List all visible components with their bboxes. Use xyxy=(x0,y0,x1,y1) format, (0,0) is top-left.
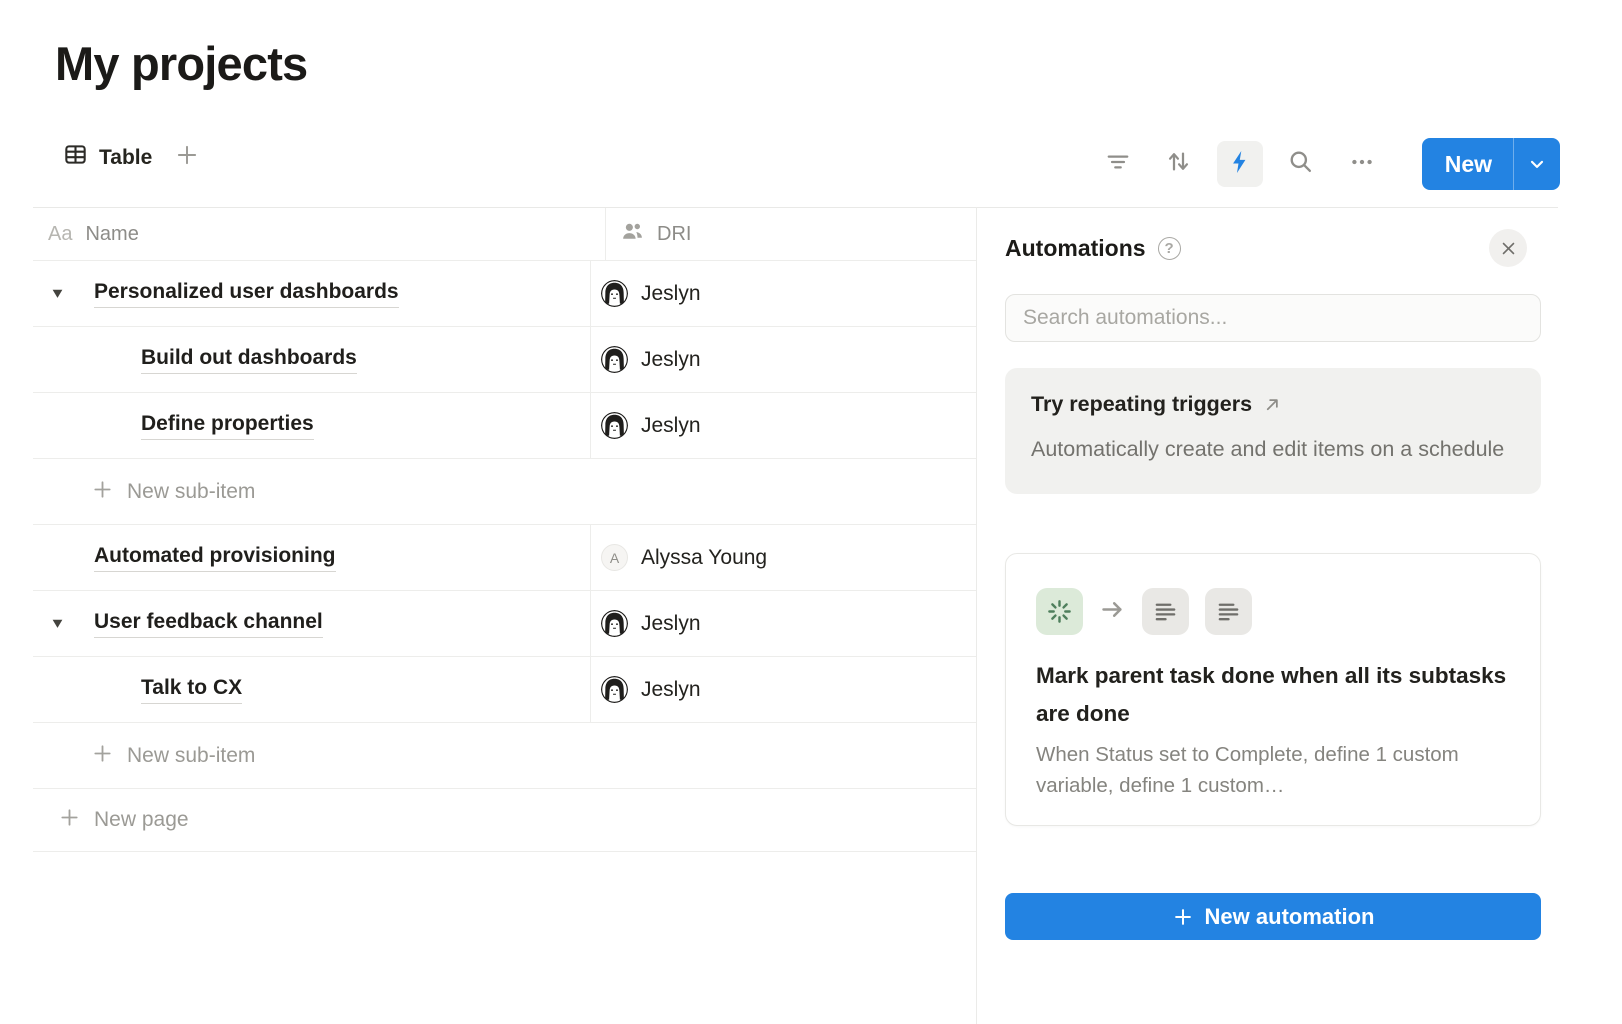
automation-card[interactable]: Mark parent task done when all its subta… xyxy=(1005,553,1541,826)
search-button[interactable] xyxy=(1278,141,1324,187)
filter-icon xyxy=(1105,149,1131,180)
plus-icon xyxy=(1172,906,1194,928)
column-name-label: Name xyxy=(85,223,138,246)
repeating-triggers-card[interactable]: Try repeating triggers Automatically cre… xyxy=(1005,368,1541,494)
automation-title: Mark parent task done when all its subta… xyxy=(1036,657,1510,733)
dri-cell[interactable]: Jeslyn xyxy=(590,657,976,722)
new-automation-label: New automation xyxy=(1205,904,1375,930)
new-sub-item-row[interactable]: New sub-item xyxy=(33,723,976,789)
new-page-label: New page xyxy=(94,808,189,832)
external-arrow-icon xyxy=(1263,395,1282,414)
promo-description: Automatically create and edit items on a… xyxy=(1031,430,1515,468)
dri-cell[interactable]: Jeslyn xyxy=(590,393,976,458)
avatar: A xyxy=(601,544,628,571)
dri-name: Jeslyn xyxy=(641,348,701,372)
projects-table: Aa Name DRI Personalized user dashboards xyxy=(33,208,976,852)
automations-button[interactable] xyxy=(1217,141,1263,187)
table-row: Automated provisioning A Alyssa Young xyxy=(33,525,976,591)
plus-icon xyxy=(58,806,81,834)
add-view-button[interactable] xyxy=(174,142,200,173)
automation-description: When Status set to Complete, define 1 cu… xyxy=(1036,739,1510,801)
table-header-row: Aa Name DRI xyxy=(33,208,976,261)
dri-cell[interactable]: A Alyssa Young xyxy=(590,525,976,590)
toggle-expanded-icon[interactable] xyxy=(47,287,67,300)
table-row: Define properties Jeslyn xyxy=(33,393,976,459)
page-link[interactable]: Talk to CX xyxy=(141,675,242,704)
tab-table[interactable]: Table xyxy=(63,142,152,173)
filter-button[interactable] xyxy=(1095,141,1141,187)
dri-cell[interactable]: Jeslyn xyxy=(590,327,976,392)
dri-name: Jeslyn xyxy=(641,414,701,438)
close-panel-button[interactable] xyxy=(1489,229,1527,267)
page-link[interactable]: Personalized user dashboards xyxy=(94,279,399,308)
dri-cell[interactable]: Jeslyn xyxy=(590,261,976,326)
table-icon xyxy=(63,142,88,173)
promo-title: Try repeating triggers xyxy=(1031,392,1252,417)
app-window: My projects Table xyxy=(0,0,1622,1024)
view-toolbar: New xyxy=(1095,138,1560,190)
automations-title: Automations xyxy=(1005,235,1146,262)
automations-panel: Automations ? Try repeating triggers Aut… xyxy=(1005,207,1541,1024)
more-button[interactable] xyxy=(1339,141,1385,187)
new-sub-item-label: New sub-item xyxy=(127,744,255,768)
table-row: Talk to CX Jeslyn xyxy=(33,657,976,723)
more-icon xyxy=(1349,149,1375,180)
help-icon[interactable]: ? xyxy=(1158,237,1181,260)
column-dri-label: DRI xyxy=(657,223,691,246)
tab-table-label: Table xyxy=(99,146,152,170)
sort-button[interactable] xyxy=(1156,141,1202,187)
page-link[interactable]: Build out dashboards xyxy=(141,345,357,374)
avatar xyxy=(601,676,628,703)
text-block-icon xyxy=(1205,588,1252,635)
new-sub-item-row[interactable]: New sub-item xyxy=(33,459,976,525)
view-bar: Table xyxy=(63,142,200,173)
page-title: My projects xyxy=(55,36,307,91)
chevron-down-icon xyxy=(1527,154,1547,174)
sort-icon xyxy=(1165,148,1192,180)
avatar xyxy=(601,610,628,637)
new-sub-item-label: New sub-item xyxy=(127,480,255,504)
new-button-group: New xyxy=(1422,138,1560,190)
close-icon xyxy=(1500,240,1517,257)
plus-icon xyxy=(174,142,200,173)
trigger-spinner-icon xyxy=(1036,588,1083,635)
dri-name: Alyssa Young xyxy=(641,546,767,570)
lightning-icon xyxy=(1227,149,1253,180)
text-type-icon: Aa xyxy=(48,223,72,246)
page-link[interactable]: Automated provisioning xyxy=(94,543,336,572)
search-icon xyxy=(1287,148,1314,180)
table-row: User feedback channel Jeslyn xyxy=(33,591,976,657)
plus-icon xyxy=(91,742,114,770)
table-row: Personalized user dashboards Jeslyn xyxy=(33,261,976,327)
arrow-right-icon xyxy=(1099,596,1126,628)
search-automations-input[interactable] xyxy=(1005,294,1541,342)
dri-name: Jeslyn xyxy=(641,612,701,636)
column-header-dri[interactable]: DRI xyxy=(605,208,976,260)
avatar xyxy=(601,412,628,439)
page-link[interactable]: Define properties xyxy=(141,411,314,440)
panel-divider xyxy=(976,207,977,1024)
new-automation-button[interactable]: New automation xyxy=(1005,893,1541,940)
avatar xyxy=(601,280,628,307)
dri-cell[interactable]: Jeslyn xyxy=(590,591,976,656)
page-link[interactable]: User feedback channel xyxy=(94,609,323,638)
dri-name: Jeslyn xyxy=(641,678,701,702)
text-block-icon xyxy=(1142,588,1189,635)
plus-icon xyxy=(91,478,114,506)
dri-name: Jeslyn xyxy=(641,282,701,306)
new-button[interactable]: New xyxy=(1422,151,1513,178)
column-header-name[interactable]: Aa Name xyxy=(33,208,605,260)
people-icon xyxy=(620,219,645,249)
automations-panel-header: Automations ? xyxy=(1005,229,1541,267)
table-row: Build out dashboards Jeslyn xyxy=(33,327,976,393)
new-page-row[interactable]: New page xyxy=(33,789,976,852)
avatar xyxy=(601,346,628,373)
automation-icons xyxy=(1036,588,1510,635)
new-dropdown-button[interactable] xyxy=(1514,154,1560,174)
toggle-expanded-icon[interactable] xyxy=(47,617,67,630)
